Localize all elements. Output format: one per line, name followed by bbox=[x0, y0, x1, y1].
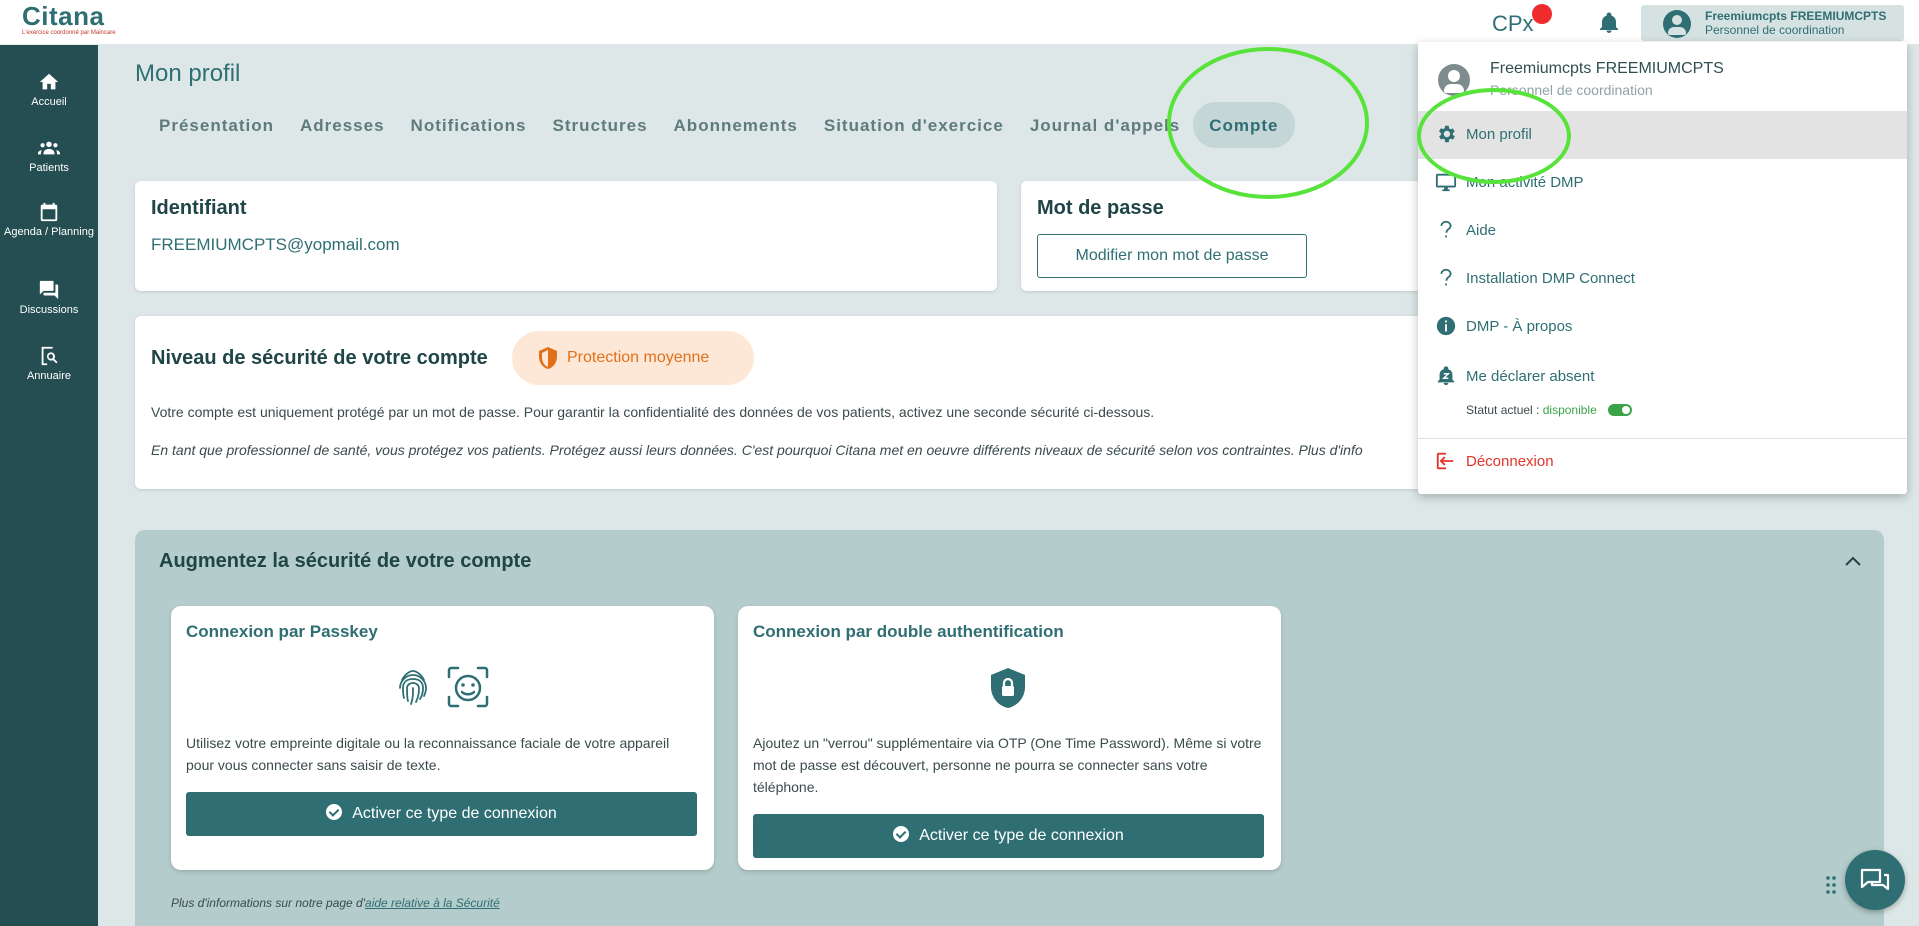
passkey-title: Connexion par Passkey bbox=[186, 622, 378, 641]
highlight-ellipse-compte bbox=[1167, 47, 1369, 199]
logout-icon bbox=[1436, 452, 1454, 470]
security-help-prefix: Plus d'informations sur notre page d' bbox=[171, 896, 366, 910]
home-icon bbox=[39, 73, 59, 90]
sidebar-item-label: Accueil bbox=[31, 96, 67, 108]
identifiant-card: Identifiant FREEMIUMCPTS@yopmail.com bbox=[135, 181, 997, 291]
question-icon bbox=[1440, 220, 1452, 238]
user-role: Personnel de coordination bbox=[1705, 23, 1845, 37]
availability-status: Statut actuel : disponible bbox=[1466, 403, 1633, 417]
status-value: disponible bbox=[1542, 403, 1597, 417]
change-password-button[interactable]: Modifier mon mot de passe bbox=[1037, 234, 1307, 278]
menu-item-label: Installation DMP Connect bbox=[1466, 270, 1635, 287]
calendar-icon bbox=[40, 202, 58, 222]
identifiant-title: Identifiant bbox=[151, 197, 247, 219]
sidebar-item-patients[interactable]: Patients bbox=[0, 137, 98, 174]
page-title: Mon profil bbox=[135, 60, 241, 87]
augment-security-title: Augmentez la sécurité de votre compte bbox=[159, 550, 532, 572]
password-title: Mot de passe bbox=[1037, 197, 1164, 219]
security-level-title: Niveau de sécurité de votre compte bbox=[151, 347, 488, 369]
sidebar-item-label: Discussions bbox=[19, 304, 79, 316]
shield-lock-icon bbox=[991, 668, 1025, 708]
sidebar-item-agenda[interactable]: Agenda / Planning bbox=[0, 201, 98, 238]
security-help-note: Plus d'informations sur notre page d'aid… bbox=[171, 896, 500, 910]
tab-presentation[interactable]: Présentation bbox=[146, 102, 287, 148]
bell-icon[interactable] bbox=[1597, 11, 1621, 35]
logo-subtitle: L'exercice coordonné par Maincare bbox=[22, 30, 116, 36]
shield-icon bbox=[539, 347, 557, 369]
security-description: Votre compte est uniquement protégé par … bbox=[151, 404, 1155, 420]
activate-passkey-label: Activer ce type de connexion bbox=[352, 805, 557, 822]
check-circle-icon bbox=[326, 804, 343, 820]
twofa-description: Ajoutez un "verrou" supplémentaire via O… bbox=[753, 735, 1262, 795]
tab-abonnements[interactable]: Abonnements bbox=[661, 102, 811, 148]
password-card: Mot de passe Modifier mon mot de passe bbox=[1021, 181, 1421, 291]
activate-twofa-button[interactable]: Activer ce type de connexion bbox=[753, 814, 1264, 858]
sidebar-item-annuaire[interactable]: Annuaire bbox=[0, 345, 98, 382]
twofa-card: Connexion par double authentification Aj… bbox=[738, 606, 1281, 870]
passkey-description: Utilisez votre empreinte digitale ou la … bbox=[186, 735, 670, 773]
sidebar-item-label: Patients bbox=[29, 162, 69, 174]
chevron-up-icon[interactable] bbox=[1845, 556, 1861, 566]
menu-item-label: Me déclarer absent bbox=[1466, 368, 1595, 385]
tab-notifications[interactable]: Notifications bbox=[398, 102, 540, 148]
sidebar-item-discussions[interactable]: Discussions bbox=[0, 279, 98, 316]
tab-situation-exercice[interactable]: Situation d'exercice bbox=[811, 102, 1017, 148]
chat-support-button[interactable] bbox=[1845, 850, 1905, 910]
drag-handle-icon[interactable] bbox=[1825, 875, 1837, 895]
top-bar: Citana L'exercice coordonné par Maincare… bbox=[0, 0, 1919, 45]
logo-title: Citana bbox=[22, 1, 105, 31]
cpx-button[interactable]: CPx bbox=[1492, 11, 1534, 37]
augment-security-panel: Augmentez la sécurité de votre compte Co… bbox=[135, 530, 1884, 926]
activate-passkey-button[interactable]: Activer ce type de connexion bbox=[186, 792, 697, 836]
menu-item-label: Aide bbox=[1466, 222, 1497, 239]
passkey-card: Connexion par Passkey Utilisez votre emp… bbox=[171, 606, 714, 870]
menu-item-installation-dmp[interactable]: Installation DMP Connect bbox=[1418, 255, 1907, 303]
security-badge: Protection moyenne bbox=[512, 331, 754, 385]
info-icon bbox=[1436, 316, 1456, 336]
user-menu-button[interactable]: Freemiumcpts FREEMIUMCPTS Personnel de c… bbox=[1641, 5, 1904, 41]
menu-item-dmp-a-propos[interactable]: DMP - À propos bbox=[1418, 303, 1907, 351]
twofa-title: Connexion par double authentification bbox=[753, 622, 1064, 641]
cpx-status-dot bbox=[1532, 4, 1552, 24]
user-name: Freemiumcpts FREEMIUMCPTS bbox=[1705, 9, 1887, 23]
tab-structures[interactable]: Structures bbox=[540, 102, 661, 148]
security-badge-label: Protection moyenne bbox=[567, 349, 710, 366]
sidebar-item-accueil[interactable]: Accueil bbox=[0, 71, 98, 108]
status-label: Statut actuel : bbox=[1466, 403, 1540, 417]
activate-twofa-label: Activer ce type de connexion bbox=[919, 827, 1124, 844]
avatar bbox=[1663, 10, 1691, 38]
bell-z-icon bbox=[1437, 366, 1455, 386]
chat-bubble-icon bbox=[1860, 868, 1890, 891]
profile-tabs: Présentation Adresses Notifications Stru… bbox=[146, 102, 1295, 148]
menu-item-label: Déconnexion bbox=[1466, 453, 1554, 470]
security-note: En tant que professionnel de santé, vous… bbox=[151, 442, 1363, 458]
identifiant-value: FREEMIUMCPTS@yopmail.com bbox=[151, 235, 400, 254]
check-circle-icon bbox=[893, 826, 910, 842]
sidebar-item-label: Annuaire bbox=[26, 370, 72, 382]
tab-adresses[interactable]: Adresses bbox=[287, 102, 398, 148]
chat-icon bbox=[39, 280, 59, 300]
fingerprint-icon bbox=[399, 670, 427, 705]
directory-search-icon bbox=[41, 346, 58, 366]
sidebar-item-label: Agenda / Planning bbox=[4, 226, 94, 238]
question-icon bbox=[1440, 268, 1452, 286]
menu-item-aide[interactable]: Aide bbox=[1418, 207, 1907, 255]
availability-toggle[interactable] bbox=[1608, 404, 1633, 416]
dropdown-user-name: Freemiumcpts FREEMIUMCPTS bbox=[1490, 60, 1724, 77]
security-help-link[interactable]: aide relative à la Sécurité bbox=[365, 896, 500, 910]
menu-item-declarer-absent[interactable]: Me déclarer absent bbox=[1418, 353, 1907, 401]
users-icon bbox=[38, 141, 60, 155]
face-id-icon bbox=[447, 666, 489, 708]
logo[interactable]: Citana L'exercice coordonné par Maincare bbox=[22, 3, 116, 36]
menu-item-label: DMP - À propos bbox=[1466, 318, 1573, 335]
menu-item-deconnexion[interactable]: Déconnexion bbox=[1418, 438, 1907, 486]
sidebar: Accueil Patients Agenda / Planning Discu… bbox=[0, 45, 98, 926]
highlight-ellipse-mon-profil bbox=[1417, 88, 1571, 184]
